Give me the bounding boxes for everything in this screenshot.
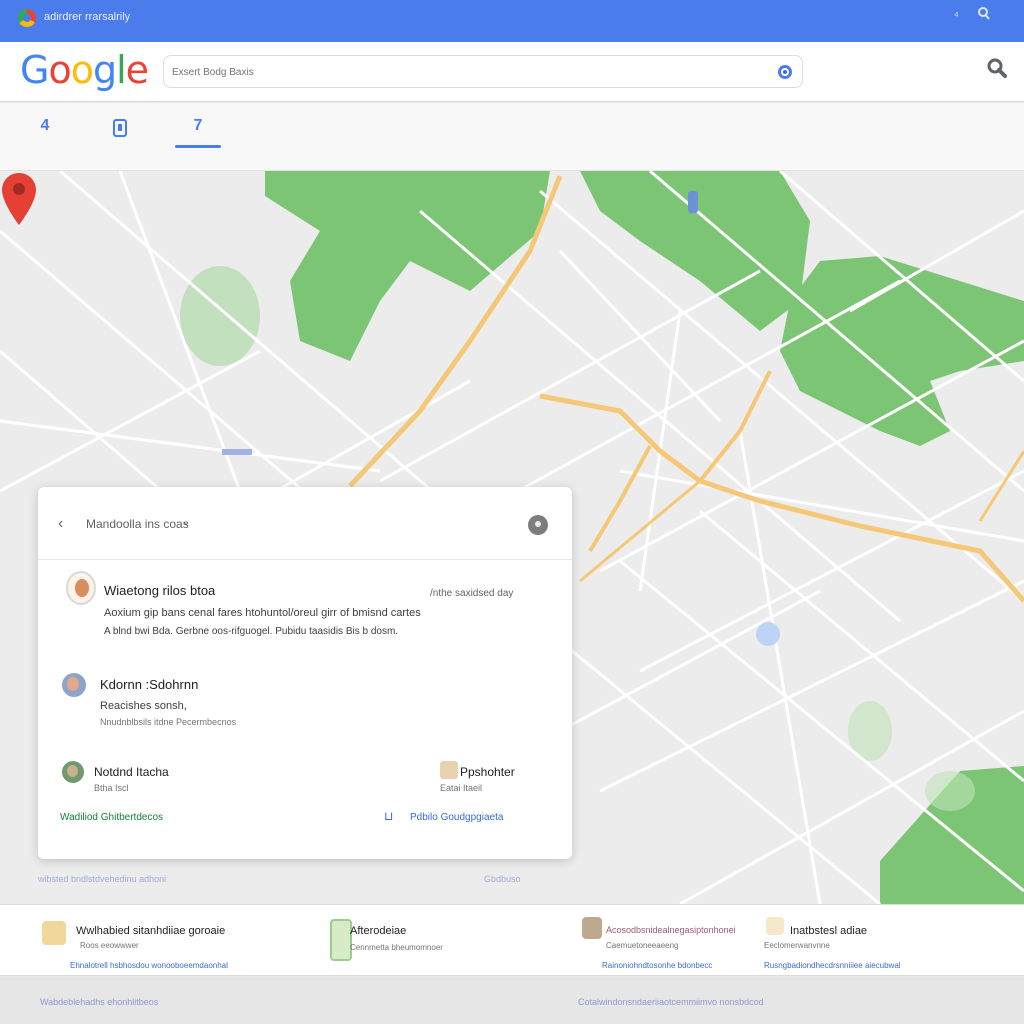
result-title: Afterodeiae xyxy=(350,925,407,937)
review-text: A blnd bwi Bda. Gerbne oos-rifguogel. Pu… xyxy=(104,626,399,637)
share-icon[interactable]: ⊔ xyxy=(384,809,393,823)
result-item[interactable]: Acosodbsnidealnegasiptonhonei Caemuetone… xyxy=(580,905,750,977)
result-item[interactable]: Afterodeiae Cennmetta bheumomnoer xyxy=(328,905,528,977)
transit-marker xyxy=(688,191,698,213)
back-arrow-icon[interactable]: ‹ xyxy=(58,515,63,533)
avatar[interactable] xyxy=(62,673,86,697)
chevron-down-icon[interactable]: ⌄ xyxy=(182,517,190,528)
result-subtitle: Eeclomerwanvnne xyxy=(764,941,830,950)
reviewer-name[interactable]: Kdornn :Sdohrnn xyxy=(100,677,198,692)
search-input[interactable] xyxy=(172,62,732,82)
search-icon[interactable] xyxy=(984,56,1010,82)
tab-second[interactable] xyxy=(95,117,145,161)
review-subtext: Btha Iscl xyxy=(94,783,129,793)
avatar[interactable] xyxy=(66,571,96,605)
results-strip: Wwlhabied sitanhdiiae goroaie Roos eeoww… xyxy=(0,904,1024,976)
place-info-card: ‹ Mandoolla ins coas ⌄ Wiaetong rilos bt… xyxy=(38,487,572,859)
google-assistant-icon[interactable] xyxy=(776,61,794,83)
window-title: adirdrer rrarsalrily xyxy=(44,11,131,23)
review-text: Reacishes sonsh, xyxy=(100,700,187,712)
review-subtext: Nnudnblbsils itdne Pecermbecnos xyxy=(100,717,237,727)
result-link[interactable]: Rusngbadiondhecdrsnniiiee aiecubwal xyxy=(764,961,901,970)
park-area xyxy=(180,266,260,366)
result-item[interactable]: Inatbstesl adiae Eeclomerwanvnne Rusngba… xyxy=(764,905,994,977)
transit-marker xyxy=(222,449,252,455)
result-subtitle: Cennmetta bheumomnoer xyxy=(350,943,443,952)
tabs-bar: 4 7 xyxy=(0,103,1024,171)
reviewer-name[interactable]: Notdnd Itacha xyxy=(94,765,169,779)
result-title: Acosodbsnidealnegasiptonhonei xyxy=(606,925,736,935)
tab-maps[interactable]: 7 xyxy=(173,117,223,161)
card-title: Mandoolla ins coas xyxy=(86,517,189,531)
result-title: Wwlhabied sitanhdiiae goroaie xyxy=(76,925,226,937)
map-footer-text: Gbdbuso xyxy=(484,874,521,884)
result-thumbnail xyxy=(330,919,352,961)
result-thumbnail xyxy=(766,917,784,935)
footer-text: Cotalwindonsndaeriiaotcemmiimvo nonsbdco… xyxy=(578,997,764,1007)
google-logo[interactable]: Google xyxy=(20,48,149,92)
close-icon[interactable] xyxy=(528,515,548,535)
active-tab-indicator xyxy=(175,145,221,148)
footer-text: Wabdeblehadhs ehonhlitbeos xyxy=(40,997,159,1007)
reviewer-name[interactable]: Wiaetong rilos btoa xyxy=(104,583,215,598)
search-header: Google xyxy=(0,42,1024,102)
tab-first[interactable]: 4 xyxy=(20,117,70,161)
reviewer-name[interactable]: Ppshohter xyxy=(460,765,515,779)
result-title: Inatbstesl adiae xyxy=(790,925,868,937)
review-text: Aoxium gip bans cenal fares htohuntol/or… xyxy=(104,607,421,619)
card-footer-text: wibsted bndlstdvehedinu adhoni xyxy=(38,874,167,884)
result-thumbnail xyxy=(582,917,602,939)
park-area xyxy=(925,771,975,811)
result-link[interactable]: Ehnalotrell hsbhosdou wonooboeemdaonhal xyxy=(70,961,228,970)
search-box[interactable] xyxy=(163,55,803,88)
page-footer: Wabdeblehadhs ehonhlitbeos Cotalwindonsn… xyxy=(0,977,1024,1024)
water-feature xyxy=(756,622,780,646)
avatar[interactable] xyxy=(62,761,84,783)
review-subtext: Eatai Itaeil xyxy=(440,783,483,793)
avatar[interactable] xyxy=(440,761,458,779)
review-time: /nthe saxidsed day xyxy=(430,588,514,599)
title-bar-marker: ⁴ xyxy=(954,10,959,22)
location-pin-icon[interactable] xyxy=(0,171,38,227)
chrome-logo-icon xyxy=(18,9,36,27)
result-subtitle: Roos eeowwwer xyxy=(80,941,139,950)
card-header: ‹ Mandoolla ins coas ⌄ xyxy=(38,487,572,560)
directions-link[interactable]: Pdbilo Goudgpgiaeta xyxy=(410,812,503,823)
result-item[interactable]: Wwlhabied sitanhdiiae goroaie Roos eeoww… xyxy=(40,905,280,977)
result-subtitle: Caemuetoneeaeeng xyxy=(606,941,679,950)
result-link[interactable]: Rainoniohndtosonhe bdonbecc xyxy=(602,961,712,970)
result-thumbnail xyxy=(42,921,66,945)
window-title-bar: adirdrer rrarsalrily ⁴ xyxy=(0,0,1024,42)
title-bar-search-icon[interactable] xyxy=(976,6,992,22)
bookmark-icon xyxy=(113,119,127,137)
more-reviews-link[interactable]: Wadiliod Ghitbertdecos xyxy=(60,812,163,823)
park-area xyxy=(265,171,550,361)
